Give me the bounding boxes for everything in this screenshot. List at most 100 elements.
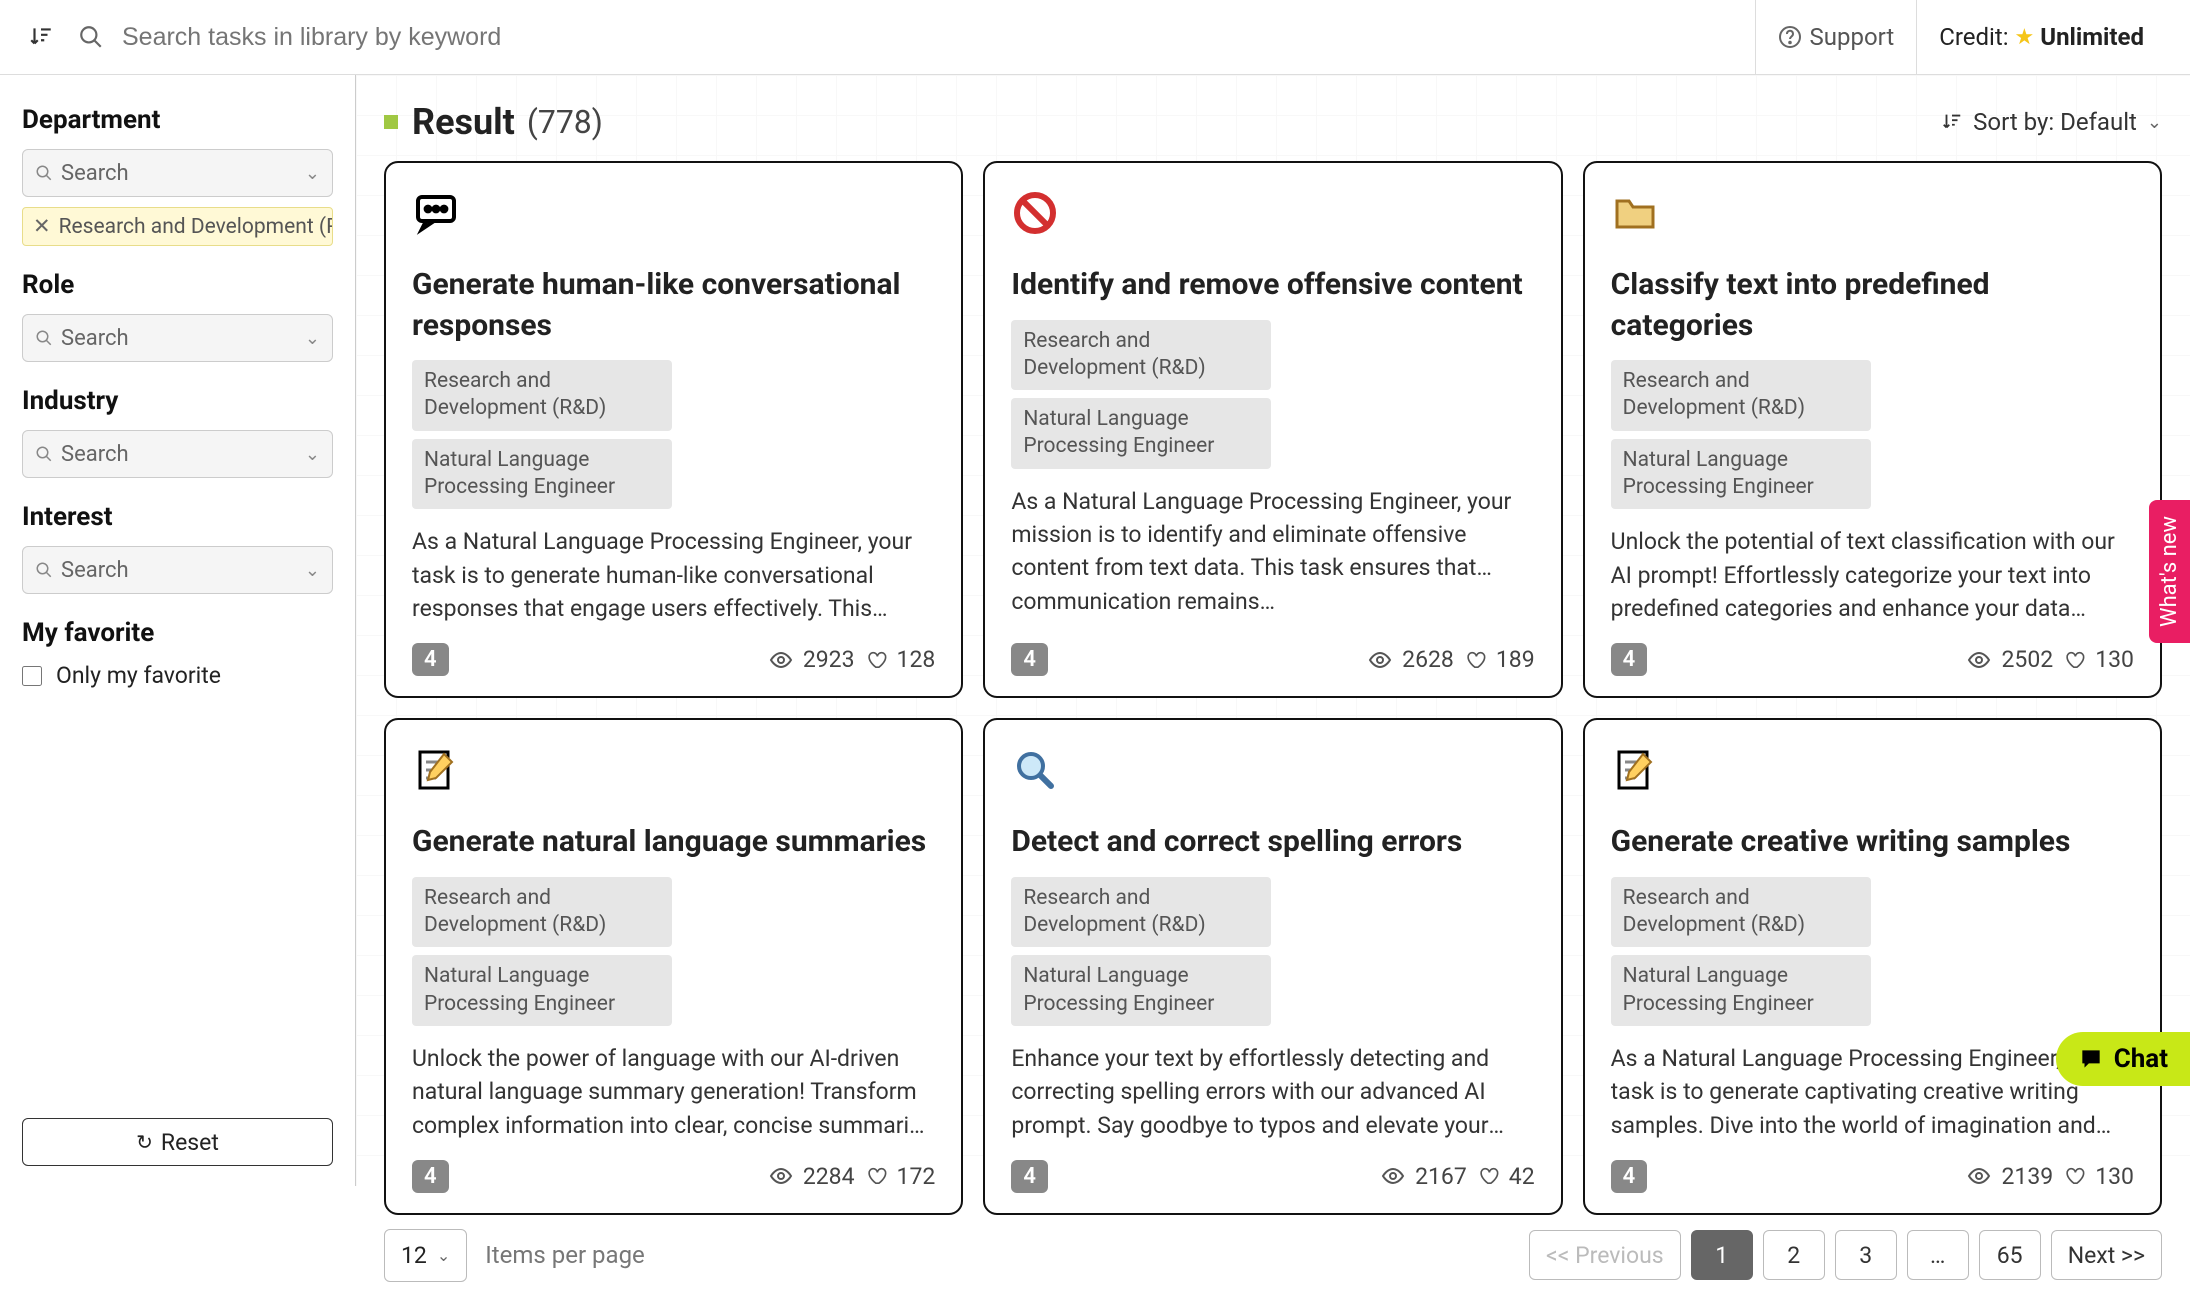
placeholder: Search bbox=[61, 326, 305, 351]
page-button[interactable]: 2 bbox=[1763, 1230, 1825, 1280]
favorite-checkbox-row[interactable]: Only my favorite bbox=[22, 662, 333, 689]
role-select[interactable]: Search ⌄ bbox=[22, 314, 333, 362]
chevron-down-icon: ⌄ bbox=[305, 163, 320, 184]
filter-interest: Interest Search ⌄ bbox=[22, 502, 333, 594]
tag-department[interactable]: Research and Development (R&D) bbox=[412, 360, 672, 431]
support-button[interactable]: Support bbox=[1755, 0, 1917, 74]
favorite-checkbox-label: Only my favorite bbox=[56, 662, 221, 689]
card-tags: Research and Development (R&D) Natural L… bbox=[1011, 320, 1534, 469]
card-footer: 4 2923 128 bbox=[412, 643, 935, 676]
tag-role[interactable]: Natural Language Processing Engineer bbox=[1611, 955, 1871, 1026]
card-icon bbox=[1011, 746, 1534, 806]
card-grid: Generate human-like conversational respo… bbox=[384, 161, 2162, 1215]
credit-display: Credit: ★ Unlimited bbox=[1916, 0, 2166, 74]
star-icon: ★ bbox=[2015, 25, 2035, 50]
heart-icon bbox=[1477, 1165, 1499, 1187]
card-stats: 2628 189 bbox=[1368, 646, 1535, 673]
close-icon[interactable]: ✕ bbox=[33, 214, 51, 239]
task-card[interactable]: Classify text into predefined categories… bbox=[1583, 161, 2162, 698]
task-card[interactable]: Detect and correct spelling errors Resea… bbox=[983, 718, 1562, 1215]
tag-role[interactable]: Natural Language Processing Engineer bbox=[412, 955, 672, 1026]
tag-department[interactable]: Research and Development (R&D) bbox=[1011, 877, 1271, 948]
filter-chip-department[interactable]: ✕ Research and Development (R&… bbox=[22, 207, 333, 246]
tag-department[interactable]: Research and Development (R&D) bbox=[1011, 320, 1271, 391]
chip-label: Research and Development (R&… bbox=[59, 215, 333, 239]
chevron-down-icon: ⌄ bbox=[2147, 112, 2162, 133]
tag-role[interactable]: Natural Language Processing Engineer bbox=[1611, 439, 1871, 510]
card-description: Unlock the power of language with our AI… bbox=[412, 1042, 935, 1142]
sidebar: Department Search ⌄ ✕ Research and Devel… bbox=[0, 75, 356, 1186]
tag-department[interactable]: Research and Development (R&D) bbox=[1611, 360, 1871, 431]
task-card[interactable]: Generate natural language summaries Rese… bbox=[384, 718, 963, 1215]
tag-department[interactable]: Research and Development (R&D) bbox=[412, 877, 672, 948]
chat-button[interactable]: Chat bbox=[2056, 1032, 2190, 1086]
card-footer: 4 2502 130 bbox=[1611, 643, 2134, 676]
industry-select[interactable]: Search ⌄ bbox=[22, 430, 333, 478]
task-card[interactable]: Identify and remove offensive content Re… bbox=[983, 161, 1562, 698]
result-marker-icon bbox=[384, 115, 398, 129]
card-badge: 4 bbox=[1611, 1160, 1648, 1193]
sort-by-label: Sort by: Default bbox=[1973, 108, 2137, 136]
tag-role[interactable]: Natural Language Processing Engineer bbox=[1011, 398, 1271, 469]
page-ellipsis: … bbox=[1907, 1230, 1969, 1280]
filter-title: Department bbox=[22, 105, 333, 135]
page-button[interactable]: 3 bbox=[1835, 1230, 1897, 1280]
result-count: (778) bbox=[527, 103, 603, 141]
filter-title: Role bbox=[22, 270, 333, 300]
card-description: As a Natural Language Processing Enginee… bbox=[1011, 485, 1534, 626]
search-input[interactable] bbox=[122, 23, 722, 52]
department-select[interactable]: Search ⌄ bbox=[22, 149, 333, 197]
heart-icon bbox=[865, 1165, 887, 1187]
eye-icon bbox=[1368, 648, 1392, 672]
tag-role[interactable]: Natural Language Processing Engineer bbox=[412, 439, 672, 510]
next-page-button[interactable]: Next >> bbox=[2051, 1230, 2162, 1280]
placeholder: Search bbox=[61, 161, 305, 186]
filter-title: My favorite bbox=[22, 618, 333, 648]
card-tags: Research and Development (R&D) Natural L… bbox=[412, 360, 935, 509]
content-area: Result (778) Sort by: Default ⌄ Generate… bbox=[356, 75, 2190, 1186]
task-card[interactable]: Generate creative writing samples Resear… bbox=[1583, 718, 2162, 1215]
search-icon bbox=[35, 561, 53, 579]
page-button[interactable]: 65 bbox=[1979, 1230, 2041, 1280]
task-card[interactable]: Generate human-like conversational respo… bbox=[384, 161, 963, 698]
search-bar[interactable] bbox=[78, 23, 1755, 52]
tag-role[interactable]: Natural Language Processing Engineer bbox=[1011, 955, 1271, 1026]
search-icon bbox=[35, 329, 53, 347]
sort-by-button[interactable]: Sort by: Default ⌄ bbox=[1941, 108, 2162, 136]
page-button[interactable]: 1 bbox=[1691, 1230, 1753, 1280]
view-count: 2923 bbox=[803, 646, 855, 673]
card-badge: 4 bbox=[1611, 643, 1648, 676]
filter-department: Department Search ⌄ ✕ Research and Devel… bbox=[22, 105, 333, 246]
items-per-page-label: Items per page bbox=[485, 1241, 645, 1269]
topbar: Support Credit: ★ Unlimited bbox=[0, 0, 2190, 75]
interest-select[interactable]: Search ⌄ bbox=[22, 546, 333, 594]
reset-button[interactable]: ↻ Reset bbox=[22, 1118, 333, 1166]
placeholder: Search bbox=[61, 442, 305, 467]
prev-page-button[interactable]: << Previous bbox=[1529, 1230, 1681, 1280]
filter-title: Interest bbox=[22, 502, 333, 532]
search-icon bbox=[35, 164, 53, 182]
chat-label: Chat bbox=[2114, 1044, 2168, 1074]
card-description: Unlock the potential of text classificat… bbox=[1611, 525, 2134, 625]
heart-icon bbox=[865, 649, 887, 671]
sort-filter-icon[interactable] bbox=[28, 24, 78, 50]
card-title: Detect and correct spelling errors bbox=[1011, 822, 1534, 863]
heart-icon bbox=[2063, 649, 2085, 671]
eye-icon bbox=[769, 648, 793, 672]
pagination: 12 ⌄ Items per page << Previous123…65Nex… bbox=[384, 1215, 2162, 1302]
tag-department[interactable]: Research and Development (R&D) bbox=[1611, 877, 1871, 948]
items-per-page-value: 12 bbox=[401, 1242, 427, 1269]
favorite-checkbox[interactable] bbox=[22, 666, 42, 686]
credit-label: Credit: bbox=[1939, 23, 2008, 51]
result-title: Result bbox=[412, 101, 515, 143]
whats-new-tab[interactable]: What's new bbox=[2149, 500, 2190, 643]
items-per-page-select[interactable]: 12 ⌄ bbox=[384, 1229, 467, 1282]
help-icon bbox=[1778, 25, 1802, 49]
card-tags: Research and Development (R&D) Natural L… bbox=[1611, 877, 2134, 1026]
card-tags: Research and Development (R&D) Natural L… bbox=[1611, 360, 2134, 509]
card-footer: 4 2167 42 bbox=[1011, 1160, 1534, 1193]
chat-icon bbox=[2078, 1046, 2104, 1072]
card-title: Generate creative writing samples bbox=[1611, 822, 2134, 863]
chevron-down-icon: ⌄ bbox=[305, 328, 320, 349]
credit-value: Unlimited bbox=[2040, 23, 2144, 51]
